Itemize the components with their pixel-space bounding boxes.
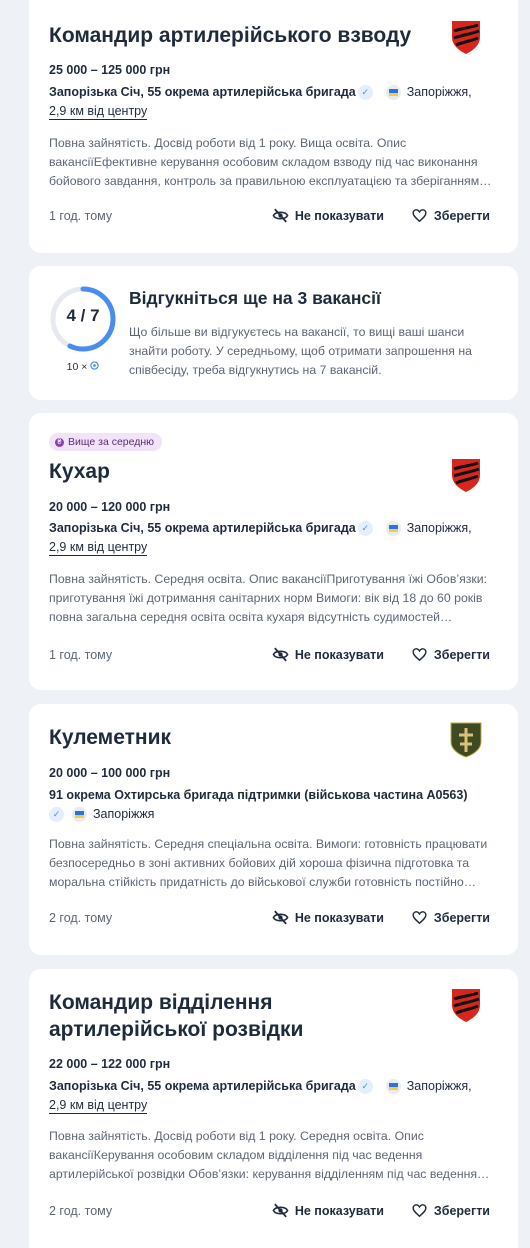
hide-button[interactable]: Не показувати	[272, 1202, 384, 1219]
response-progress-card: 4 / 7 10 × Відгукніться ще на 3 вакансії…	[29, 266, 518, 400]
distance-link[interactable]: 2,9 км від центру	[49, 103, 148, 120]
ukraine-flag-icon	[385, 85, 401, 101]
red-black-emblem-icon	[452, 989, 480, 1022]
job-card[interactable]: Командир артилерійського взводу 25 000 –…	[29, 0, 518, 253]
hide-label: Не показувати	[294, 208, 384, 223]
save-label: Зберегти	[433, 647, 490, 662]
company-line: Запорізька Січ, 55 окрема артилерійська …	[49, 83, 489, 121]
job-card[interactable]: Кулеметник 20 000 – 100 000 грн 91 окрем…	[29, 704, 518, 955]
job-title-line2: артилерійської розвідки	[49, 1018, 304, 1041]
salary: 20 000 – 120 000 грн	[49, 500, 171, 514]
badge-icon: ₴	[55, 437, 64, 447]
verified-icon: ✓	[49, 807, 64, 823]
save-button[interactable]: Зберегти	[411, 207, 490, 224]
ukraine-flag-icon	[385, 1079, 401, 1095]
hide-button[interactable]: Не показувати	[272, 646, 384, 663]
job-title-line1: Командир відділення	[49, 991, 273, 1014]
heart-icon	[412, 648, 427, 662]
promo-text: Що більше ви відгукуєтесь на вакансії, т…	[129, 325, 472, 377]
save-label: Зберегти	[433, 208, 490, 223]
company-name[interactable]: Запорізька Січ, 55 окрема артилерійська …	[49, 85, 356, 99]
company-line: Запорізька Січ, 55 окрема артилерійська …	[49, 519, 489, 557]
save-button[interactable]: Зберегти	[411, 1202, 490, 1219]
job-description: Повна зайнятість. Досвід роботи від 1 ро…	[49, 1129, 490, 1181]
posted-time: 1 год. тому	[49, 209, 113, 223]
job-description: Повна зайнятість. Середня спеціальна осв…	[49, 837, 488, 889]
job-card[interactable]: Командир відділення артилерійської розві…	[29, 969, 518, 1248]
posted-time: 2 год. тому	[49, 911, 113, 925]
location: Запоріжжя	[93, 807, 155, 821]
eye-off-icon	[272, 208, 289, 223]
red-black-emblem-icon	[452, 21, 480, 54]
target-icon	[90, 361, 100, 370]
distance-link[interactable]: 2,9 км від центру	[49, 1097, 148, 1114]
posted-time: 1 год. тому	[49, 648, 113, 662]
location: Запоріжжя,	[406, 1079, 472, 1093]
hide-label: Не показувати	[294, 910, 384, 925]
promo-title: Відгукніться ще на 3 вакансії	[129, 288, 381, 308]
salary: 20 000 – 100 000 грн	[49, 766, 171, 780]
job-title[interactable]: Кулеметник	[49, 724, 429, 751]
salary: 25 000 – 125 000 грн	[49, 63, 171, 77]
save-label: Зберегти	[433, 1203, 490, 1218]
company-name[interactable]: Запорізька Січ, 55 окрема артилерійська …	[49, 1079, 356, 1093]
salary-badge: ₴ Вище за середню	[49, 433, 163, 451]
job-title[interactable]: Кухар	[49, 458, 429, 485]
verified-icon: ✓	[357, 85, 373, 101]
hide-label: Не показувати	[294, 1203, 384, 1218]
company-name[interactable]: Запорізька Січ, 55 окрема артилерійська …	[49, 521, 356, 535]
job-title[interactable]: Командир відділення артилерійської розві…	[49, 989, 429, 1043]
posted-time: 2 год. тому	[49, 1204, 113, 1218]
location: Запоріжжя,	[406, 85, 472, 99]
ukraine-flag-icon	[72, 807, 87, 823]
distance-link[interactable]: 2,9 км від центру	[49, 539, 148, 556]
job-title[interactable]: Командир артилерійського взводу	[49, 22, 429, 49]
company-line: 91 окрема Охтирська бригада підтримки (в…	[49, 786, 489, 824]
progress-count: 4 / 7	[66, 306, 100, 325]
eye-off-icon	[272, 647, 289, 662]
salary: 22 000 – 122 000 грн	[49, 1057, 171, 1071]
ukraine-flag-icon	[385, 521, 401, 537]
job-card[interactable]: ₴ Вище за середню Кухар 20 000 – 120 000…	[29, 413, 518, 690]
heart-icon	[412, 1204, 427, 1218]
hide-button[interactable]: Не показувати	[272, 207, 384, 224]
hide-button[interactable]: Не показувати	[272, 909, 384, 926]
company-line: Запорізька Січ, 55 окрема артилерійська …	[49, 1077, 489, 1115]
verified-icon: ✓	[357, 1079, 373, 1095]
location: Запоріжжя,	[406, 521, 472, 535]
multiplier-label: 10 ×	[49, 361, 117, 373]
eye-off-icon	[272, 1203, 289, 1218]
heart-icon	[412, 911, 427, 925]
red-black-emblem-icon	[452, 459, 480, 492]
heart-icon	[412, 209, 427, 223]
eye-off-icon	[272, 910, 289, 925]
company-name[interactable]: 91 окрема Охтирська бригада підтримки (в…	[49, 788, 468, 802]
save-label: Зберегти	[433, 910, 490, 925]
verified-icon: ✓	[357, 521, 373, 537]
multiplier-text: 10 ×	[66, 361, 88, 373]
olive-cross-emblem-icon	[450, 722, 482, 758]
save-button[interactable]: Зберегти	[411, 909, 490, 926]
hide-label: Не показувати	[294, 647, 384, 662]
job-description: Повна зайнятість. Досвід роботи від 1 ро…	[49, 136, 492, 188]
job-description: Повна зайнятість. Середня освіта. Опис в…	[49, 572, 488, 624]
badge-label: Вище за середню	[68, 436, 155, 448]
save-button[interactable]: Зберегти	[411, 646, 490, 663]
